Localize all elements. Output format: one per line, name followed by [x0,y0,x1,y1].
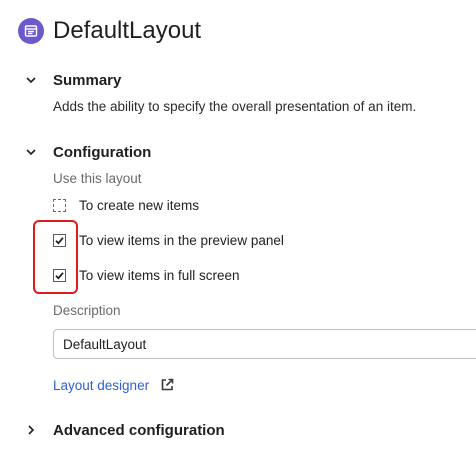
checkbox-unchecked[interactable] [53,199,66,212]
page-title: DefaultLayout [53,17,202,44]
option-full-screen[interactable]: To view items in full screen [53,268,240,283]
chevron-down-icon [22,143,40,161]
layout-designer-link[interactable]: Layout designer [53,377,175,393]
option-label: To create new items [79,198,200,213]
use-layout-label: Use this layout [53,171,142,186]
option-preview-panel[interactable]: To view items in the preview panel [53,233,284,248]
option-label: To view items in the preview panel [79,233,284,248]
highlight-box [33,220,78,294]
layout-icon [18,18,44,44]
description-label: Description [53,303,121,318]
option-label: To view items in full screen [79,268,240,283]
chevron-right-icon [22,421,40,439]
advanced-section-toggle[interactable]: Advanced configuration [22,421,225,439]
advanced-section-title: Advanced configuration [53,421,225,439]
summary-section-title: Summary [53,71,122,89]
item-details-panel: DefaultLayout Summary Adds the ability t… [0,0,476,458]
description-input[interactable] [53,329,476,359]
page-header: DefaultLayout [18,16,201,46]
chevron-down-icon [22,71,40,89]
layout-designer-link-text: Layout designer [53,377,150,393]
configuration-section-title: Configuration [53,143,152,161]
summary-section-toggle[interactable]: Summary [22,71,121,89]
external-link-icon [159,377,175,393]
summary-description: Adds the ability to specify the overall … [53,99,417,114]
configuration-section-toggle[interactable]: Configuration [22,143,151,161]
option-create-new-items[interactable]: To create new items [53,198,199,213]
